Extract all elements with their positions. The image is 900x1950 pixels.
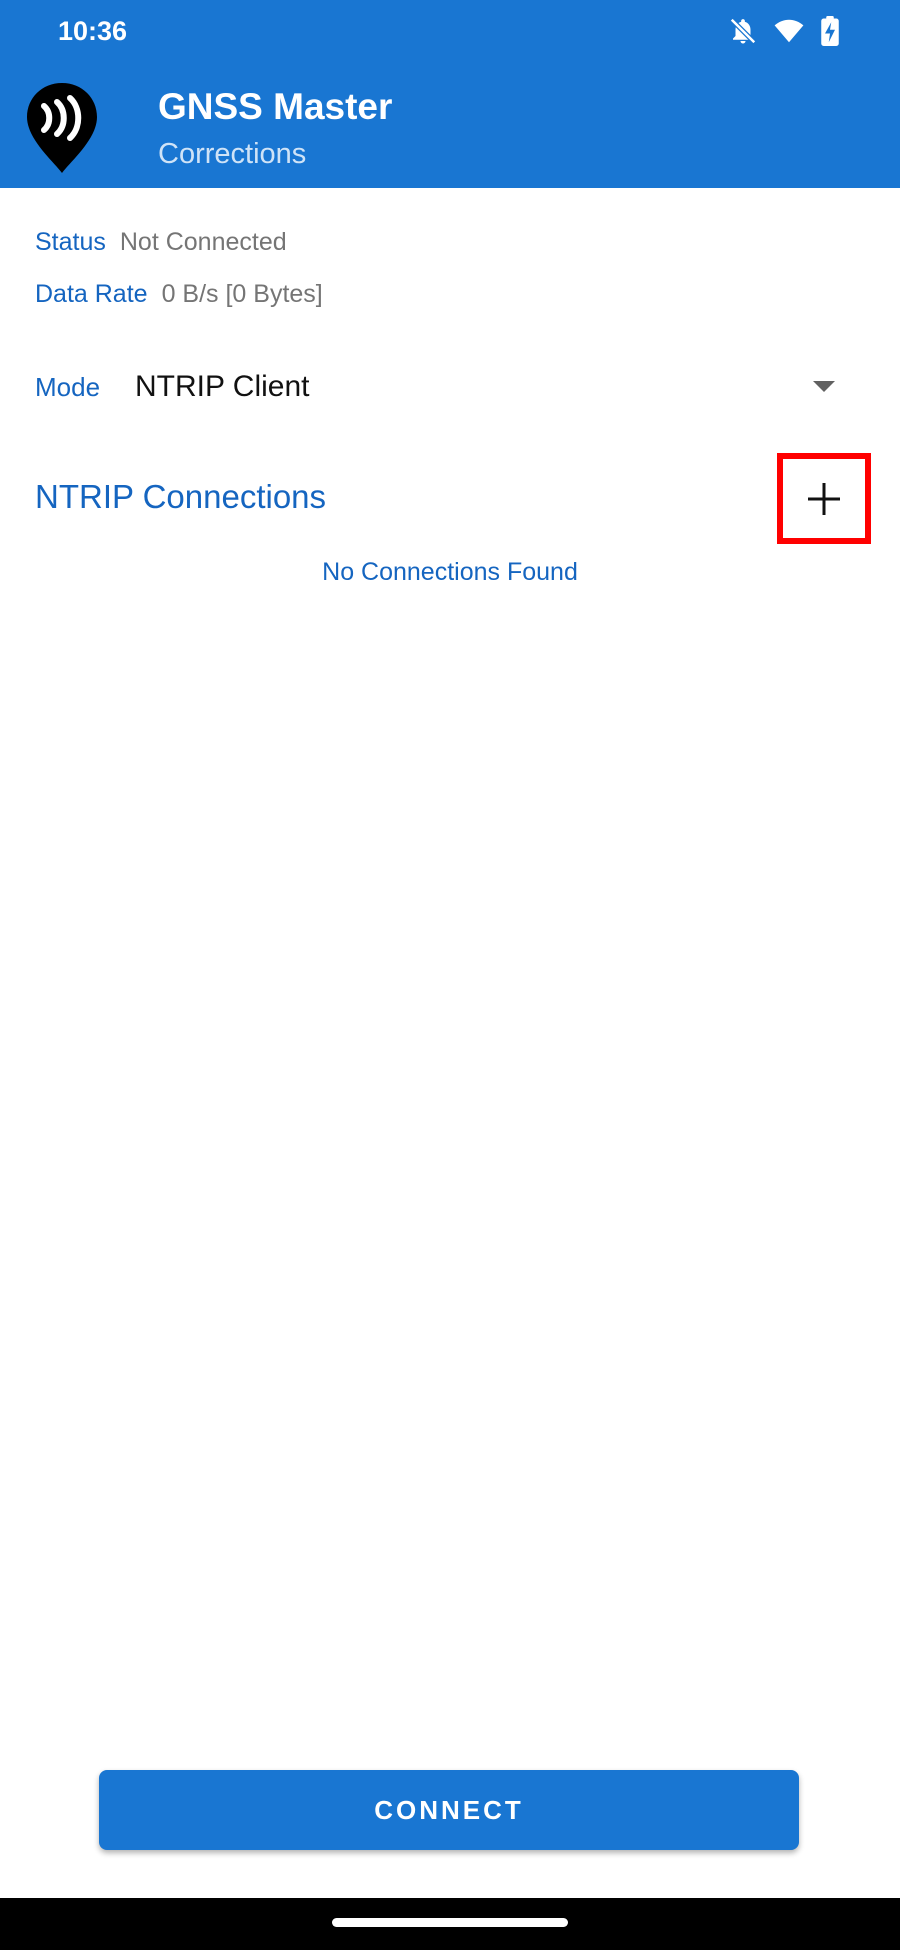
add-connection-button[interactable] bbox=[777, 453, 871, 544]
mode-dropdown[interactable]: NTRIP Client bbox=[135, 362, 835, 416]
data-rate-row: Data Rate 0 B/s [0 Bytes] bbox=[35, 280, 323, 309]
mode-label: Mode bbox=[35, 372, 101, 402]
navigation-bar bbox=[0, 1898, 900, 1950]
wifi-icon bbox=[774, 19, 804, 43]
gnss-logo-icon bbox=[27, 83, 97, 173]
data-rate-label: Data Rate bbox=[35, 280, 148, 308]
connect-button[interactable]: CONNECT bbox=[99, 1770, 799, 1850]
app-title: GNSS Master bbox=[158, 86, 393, 127]
empty-connections-text: No Connections Found bbox=[322, 558, 578, 586]
status-time: 10:36 bbox=[58, 16, 128, 46]
plus-icon bbox=[808, 482, 840, 515]
app-bar: 10:36 GNSS Master Corrections bbox=[0, 0, 900, 188]
status-value: Not Connected bbox=[119, 228, 287, 256]
mode-selected-value: NTRIP Client bbox=[135, 370, 310, 403]
ntrip-connections-title: NTRIP Connections bbox=[35, 478, 327, 515]
home-handle[interactable] bbox=[332, 1918, 568, 1927]
battery-charging-icon bbox=[821, 16, 839, 46]
data-rate-value: 0 B/s [0 Bytes] bbox=[161, 280, 323, 308]
status-label: Status bbox=[35, 228, 106, 256]
status-row: Status Not Connected bbox=[35, 228, 287, 257]
status-icons bbox=[728, 16, 840, 46]
status-bar: 10:36 bbox=[0, 0, 900, 66]
bell-off-icon bbox=[729, 17, 757, 45]
app-subtitle: Corrections bbox=[158, 138, 307, 170]
dropdown-arrow-icon bbox=[813, 381, 835, 392]
